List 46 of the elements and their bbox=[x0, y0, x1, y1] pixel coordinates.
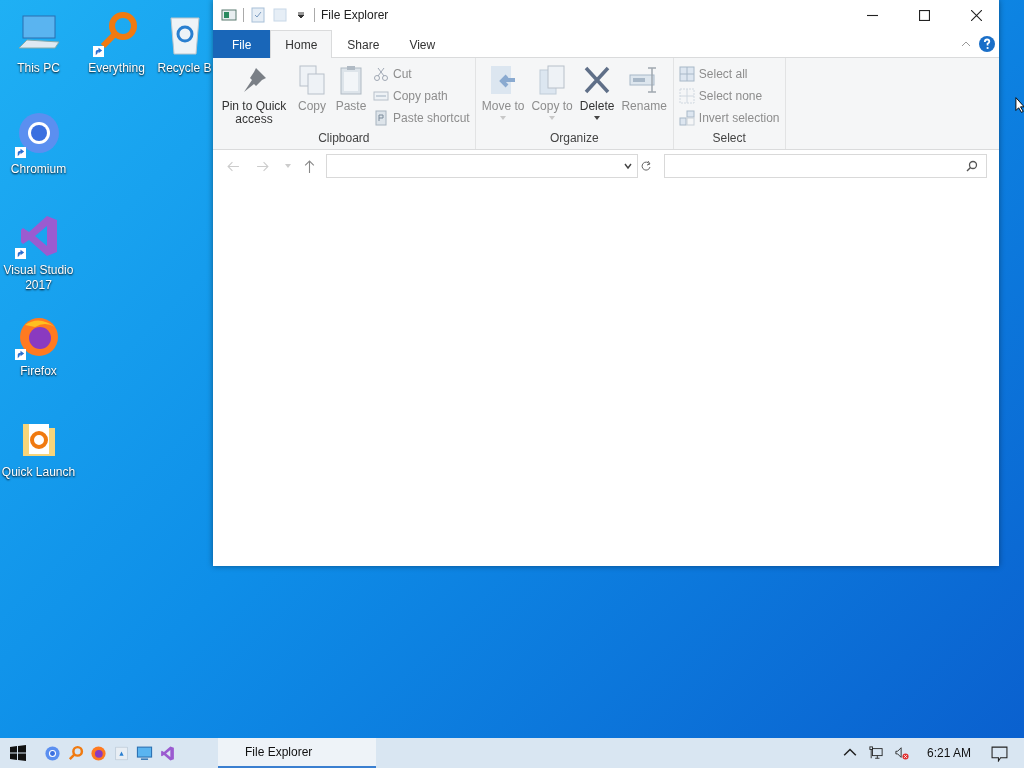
taskbar-window-button[interactable]: File Explorer bbox=[218, 738, 376, 768]
ribbon-tab[interactable]: View bbox=[394, 30, 451, 58]
mouse-cursor-icon bbox=[1015, 96, 1024, 114]
notifications-icon[interactable] bbox=[991, 744, 1008, 762]
properties-icon[interactable] bbox=[250, 7, 266, 23]
scissors-icon bbox=[373, 66, 389, 82]
window-icon bbox=[221, 7, 237, 23]
documents-icon bbox=[296, 64, 328, 96]
desktop-icon-label: This PC bbox=[17, 61, 60, 76]
desktop-icon-label: Visual Studio 2017 bbox=[2, 263, 75, 293]
dotted-grid-icon bbox=[678, 88, 695, 104]
desktop-icon-label: Everything bbox=[88, 61, 145, 76]
ribbon-group-label: Select bbox=[712, 131, 746, 147]
address-field[interactable] bbox=[326, 154, 638, 178]
dropdown-caret-icon[interactable] bbox=[623, 161, 633, 171]
ribbon-group-label: Clipboard bbox=[318, 131, 370, 147]
desktop-icon-label: Firefox bbox=[20, 364, 57, 379]
start-button[interactable] bbox=[10, 745, 26, 761]
help-icon[interactable] bbox=[979, 35, 995, 52]
taskbar-clock[interactable]: 6:21 AM bbox=[926, 746, 971, 760]
clipboard-icon bbox=[373, 110, 389, 126]
magnifier-icon[interactable] bbox=[67, 744, 84, 762]
search-field[interactable] bbox=[664, 154, 987, 178]
delete-button[interactable]: Delete bbox=[576, 60, 618, 120]
ribbon-group-label: Organize bbox=[549, 131, 599, 147]
muted-volume-icon[interactable] bbox=[894, 746, 909, 760]
browser-icon[interactable] bbox=[44, 744, 61, 762]
desktop-icon-label: Quick Launch bbox=[1, 465, 76, 480]
computer-icon[interactable] bbox=[136, 744, 153, 762]
squares-icon bbox=[678, 110, 695, 126]
network-icon[interactable] bbox=[868, 746, 883, 760]
file-menu-tab[interactable]: File bbox=[213, 30, 271, 58]
ribbon-tab[interactable]: Share bbox=[332, 30, 395, 58]
pin-button[interactable]: Pin to Quick access bbox=[216, 60, 292, 126]
firefox-icon[interactable] bbox=[90, 744, 107, 762]
window-title: File Explorer bbox=[321, 8, 389, 22]
maximize-icon bbox=[918, 9, 930, 21]
desktop-icon-label: Chromium bbox=[10, 162, 67, 177]
refresh-icon[interactable] bbox=[640, 160, 652, 172]
up-icon[interactable] bbox=[303, 159, 316, 173]
visual-studio-icon[interactable] bbox=[159, 744, 176, 762]
desktop-icon-label: Recycle B bbox=[157, 61, 212, 76]
search-icon bbox=[966, 160, 978, 172]
grid-icon bbox=[678, 66, 695, 82]
close-icon bbox=[970, 9, 982, 21]
ribbon-tab[interactable]: Home bbox=[270, 30, 333, 58]
